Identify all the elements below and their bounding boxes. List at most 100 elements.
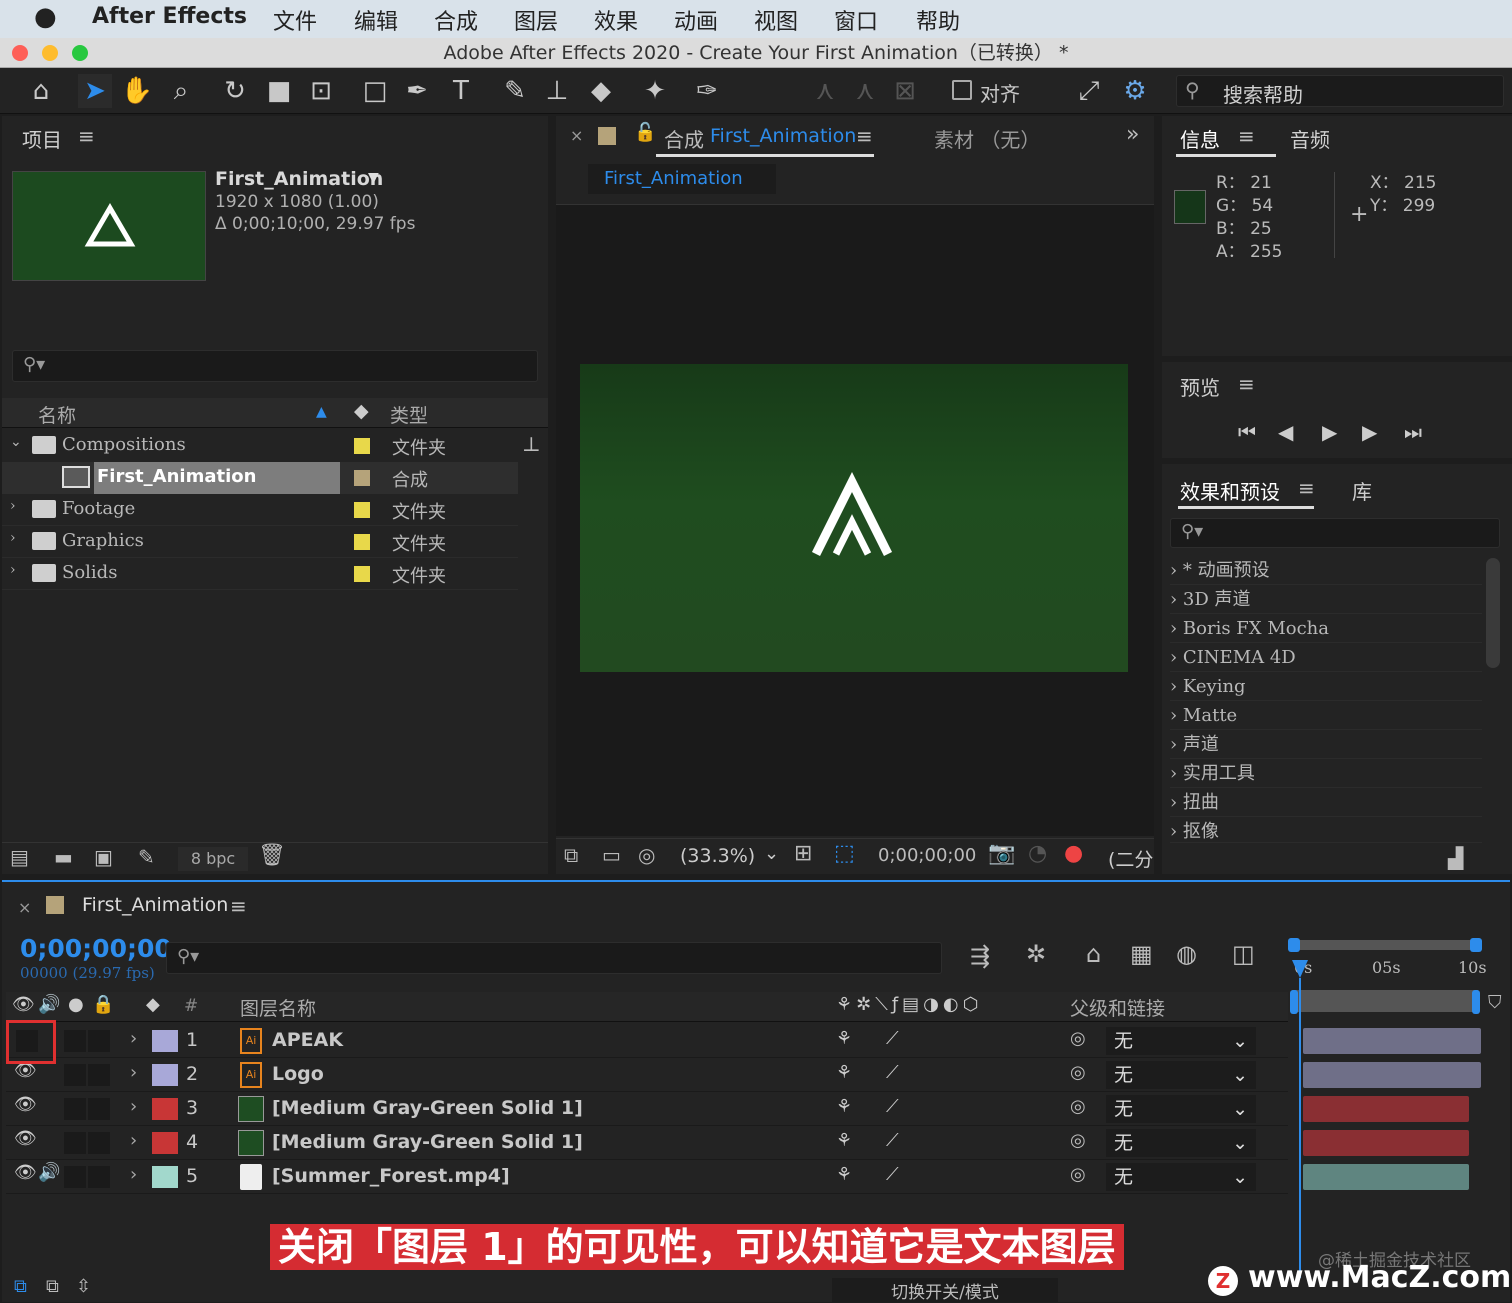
mask-toggle-icon[interactable]: ◎ <box>638 843 655 867</box>
effect-category[interactable]: › 扭曲 <box>1170 788 1482 817</box>
chevron-right-icon[interactable]: › <box>130 1028 137 1049</box>
project-row-compositions[interactable]: ⌄ Compositions 文件夹 ⊥ <box>2 430 541 462</box>
close-tab-icon[interactable]: × <box>570 126 583 145</box>
tab-info[interactable]: 信息 <box>1180 124 1220 153</box>
comp-mini-flowchart-icon[interactable]: ⇶ <box>970 942 990 970</box>
comp-info-dropdown-icon[interactable]: ▼ <box>368 170 379 186</box>
zoom-dropdown[interactable]: (33.3%) <box>680 845 755 867</box>
lock-icon[interactable]: 🔓 <box>634 122 656 143</box>
shy-switch-icon[interactable]: ⚘ <box>836 1028 852 1049</box>
time-navigator[interactable] <box>1292 940 1478 950</box>
audio-icon[interactable]: 🔊 <box>38 1162 60 1183</box>
comp-marker-icon[interactable]: ⛉ <box>1488 992 1502 1013</box>
bpc-button[interactable]: 8 bpc <box>178 847 248 871</box>
effect-category[interactable]: › Matte <box>1170 701 1482 730</box>
frame-blending-icon[interactable]: ▦ <box>1130 940 1153 968</box>
draft-3d-icon[interactable]: ✲ <box>1026 940 1046 968</box>
work-area-bar[interactable] <box>1292 990 1478 1012</box>
roto-brush-tool-icon[interactable]: ✦ <box>638 74 672 108</box>
solo-toggle[interactable] <box>64 1098 86 1120</box>
graph-editor-icon[interactable]: ◫ <box>1232 940 1255 968</box>
project-row-solids[interactable]: › Solids 文件夹 <box>2 558 518 590</box>
new-folder-icon[interactable]: ▬ <box>54 845 73 869</box>
pen-tool-icon[interactable]: ✒ <box>400 74 434 108</box>
tab-effects-presets[interactable]: 效果和预设 <box>1180 476 1280 505</box>
layer-bar[interactable] <box>1303 1164 1469 1190</box>
project-row-first-animation[interactable]: First_Animation 合成 <box>2 462 518 494</box>
info-menu-icon[interactable]: ≡ <box>1238 124 1255 148</box>
layer-label-color[interactable] <box>152 1098 178 1120</box>
parent-dropdown[interactable]: 无 ⌄ <box>1106 1061 1256 1089</box>
expand-icon[interactable]: ⤢ <box>1072 74 1106 108</box>
menu-effect[interactable]: 效果 <box>594 4 638 36</box>
new-composition-icon[interactable]: ▣ <box>94 845 113 869</box>
chevron-right-icon[interactable]: › <box>10 562 16 578</box>
close-window-button[interactable] <box>12 45 28 61</box>
shy-switch-icon[interactable]: ⚘ <box>836 1130 852 1151</box>
comp-tab-prefix[interactable]: 合成 <box>664 124 704 153</box>
project-menu-icon[interactable]: ≡ <box>78 124 95 148</box>
chevron-right-icon[interactable]: › <box>130 1130 137 1151</box>
layer-label-color[interactable] <box>152 1064 178 1086</box>
layer-name[interactable]: Logo <box>272 1063 324 1085</box>
comp-frame[interactable] <box>580 364 1128 672</box>
brush-tool-icon[interactable]: ✎ <box>498 74 532 108</box>
project-row-footage[interactable]: › Footage 文件夹 <box>2 494 518 526</box>
in-out-icon[interactable]: ⇳ <box>76 1276 91 1297</box>
project-panel-title[interactable]: 项目 <box>22 124 62 153</box>
layer-name[interactable]: APEAK <box>272 1029 343 1051</box>
show-snapshot-icon[interactable]: ◔ <box>1028 841 1047 866</box>
timeline-menu-icon[interactable]: ≡ <box>230 894 247 918</box>
effect-category[interactable]: › 3D 声道 <box>1170 585 1482 614</box>
menu-view[interactable]: 视图 <box>754 4 798 36</box>
current-time[interactable]: 0;00;00;00 <box>20 934 172 963</box>
rotate-tool-icon[interactable]: ↻ <box>218 74 252 108</box>
shy-switch-icon[interactable]: ⚘ <box>836 1062 852 1083</box>
label-tag-icon[interactable]: ◆ <box>354 400 369 422</box>
comp-menu-icon[interactable]: ≡ <box>856 124 873 148</box>
eraser-tool-icon[interactable]: ◆ <box>584 74 618 108</box>
layer-search-field[interactable]: ⚲▾ <box>166 942 942 974</box>
puppet-pin-tool-icon[interactable]: ✑ <box>690 74 724 108</box>
eye-icon[interactable]: 👁 <box>14 1128 37 1149</box>
type-tool-icon[interactable]: T <box>444 74 478 108</box>
app-menu[interactable]: After Effects <box>92 4 247 29</box>
parent-dropdown[interactable]: 无 ⌄ <box>1106 1129 1256 1157</box>
tab-audio[interactable]: 音频 <box>1290 124 1330 153</box>
effect-category[interactable]: › * 动画预设 <box>1170 556 1482 585</box>
solo-toggle[interactable] <box>64 1064 86 1086</box>
project-settings-icon[interactable]: ✎ <box>138 845 155 869</box>
zoom-window-button[interactable] <box>72 45 88 61</box>
label-swatch[interactable] <box>354 470 370 486</box>
layer-name[interactable]: [Medium Gray-Green Solid 1] <box>272 1131 583 1153</box>
pickwhip-icon[interactable]: ◎ <box>1070 1164 1086 1185</box>
hand-tool-icon[interactable]: ✋ <box>120 74 154 108</box>
preview-title[interactable]: 预览 <box>1180 372 1220 401</box>
flowchart-icon[interactable]: ⊥ <box>522 432 541 456</box>
more-tabs-icon[interactable]: » <box>1126 122 1139 147</box>
layer-bar[interactable] <box>1303 1096 1469 1122</box>
comp-tab-name[interactable]: First_Animation <box>710 125 856 147</box>
lock-toggle[interactable] <box>88 1030 110 1052</box>
clone-stamp-tool-icon[interactable]: ⊥ <box>540 74 574 108</box>
transfer-controls-icon[interactable]: ⧉ <box>46 1276 59 1297</box>
footage-tab[interactable]: 素材 （无） <box>934 124 1040 153</box>
project-row-graphics[interactable]: › Graphics 文件夹 <box>2 526 518 558</box>
selection-tool-icon[interactable]: ➤ <box>78 74 112 108</box>
navigator-end-handle[interactable] <box>1470 938 1482 952</box>
last-frame-icon[interactable]: ⏭ <box>1404 420 1422 444</box>
menu-help[interactable]: 帮助 <box>916 4 960 36</box>
viewer-timecode[interactable]: 0;00;00;00 <box>878 845 976 866</box>
menu-animation[interactable]: 动画 <box>674 4 718 36</box>
layer-row[interactable]: 👁 › 3 [Medium Gray-Green Solid 1] ⚘ ⟋ ◎ … <box>6 1092 1288 1126</box>
pan-behind-tool-icon[interactable]: ⊡ <box>304 74 338 108</box>
lock-toggle[interactable] <box>88 1166 110 1188</box>
chevron-right-icon[interactable]: › <box>10 530 16 546</box>
solo-toggle[interactable] <box>64 1166 86 1188</box>
next-frame-icon[interactable]: ▶ <box>1362 420 1377 444</box>
camera-snapshot-icon[interactable]: 📷 <box>988 841 1015 866</box>
parent-dropdown[interactable]: 无 ⌄ <box>1106 1027 1256 1055</box>
search-help-field[interactable]: ⚲ 搜索帮助 <box>1176 75 1504 107</box>
interpret-footage-icon[interactable]: ▤ <box>10 845 29 869</box>
effect-category[interactable]: › 抠像 <box>1170 817 1482 843</box>
